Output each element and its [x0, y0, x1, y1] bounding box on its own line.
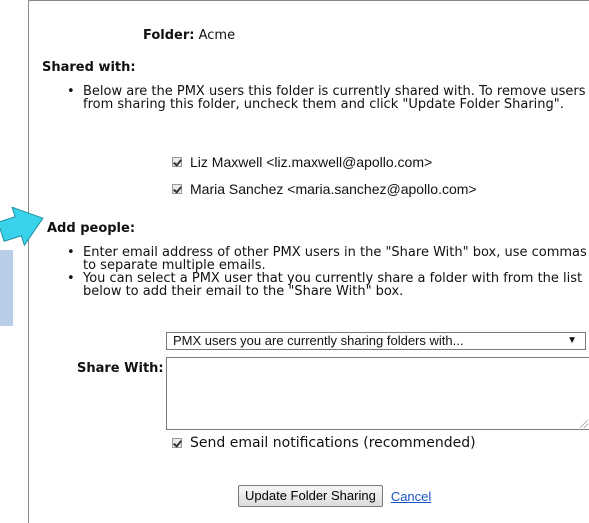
update-folder-sharing-button[interactable]: Update Folder Sharing [238, 485, 383, 507]
pmx-users-select[interactable]: PMX users you are currently sharing fold… [166, 332, 586, 350]
shared-user-label: Maria Sanchez <maria.sanchez@apollo.com> [190, 181, 477, 197]
cancel-link[interactable]: Cancel [391, 489, 431, 504]
share-folder-dialog: Folder: Acme Shared with: Below are the … [28, 0, 589, 523]
share-with-textarea[interactable] [166, 357, 589, 430]
resize-grip-icon[interactable] [580, 420, 588, 428]
folder-label: Folder: [143, 28, 195, 43]
add-people-bullets: Enter email address of other PMX users i… [67, 246, 589, 298]
shared-user-row[interactable]: Liz Maxwell <liz.maxwell@apollo.com> [172, 154, 432, 170]
shared-with-bullets: Below are the PMX users this folder is c… [67, 85, 587, 111]
shared-user-row[interactable]: Maria Sanchez <maria.sanchez@apollo.com> [172, 181, 477, 197]
page: Folder: Acme Shared with: Below are the … [0, 0, 589, 523]
add-people-bullet: Enter email address of other PMX users i… [67, 246, 589, 272]
folder-name: Acme [198, 28, 236, 43]
chevron-down-icon: ▼ [567, 335, 577, 346]
shared-user-label: Liz Maxwell <liz.maxwell@apollo.com> [190, 154, 433, 170]
add-people-heading: Add people: [47, 221, 136, 236]
share-with-label: Share With: [77, 361, 164, 376]
pmx-users-select-value: PMX users you are currently sharing fold… [173, 333, 464, 348]
add-people-bullet: You can select a PMX user that you curre… [67, 272, 589, 298]
shared-with-heading: Shared with: [42, 60, 136, 75]
shared-with-bullet: Below are the PMX users this folder is c… [67, 85, 587, 111]
shared-user-checkbox[interactable] [172, 157, 182, 167]
email-notification-checkbox[interactable] [172, 438, 182, 448]
email-notification-label: Send email notifications (recommended) [190, 435, 476, 451]
shared-user-checkbox[interactable] [172, 184, 182, 194]
left-edge-tab [0, 250, 13, 326]
email-notification-row[interactable]: Send email notifications (recommended) [172, 435, 476, 451]
callout-arrow-icon [0, 207, 44, 247]
folder-row: Folder: Acme [143, 28, 235, 43]
action-row: Update Folder Sharing Cancel [238, 485, 431, 507]
